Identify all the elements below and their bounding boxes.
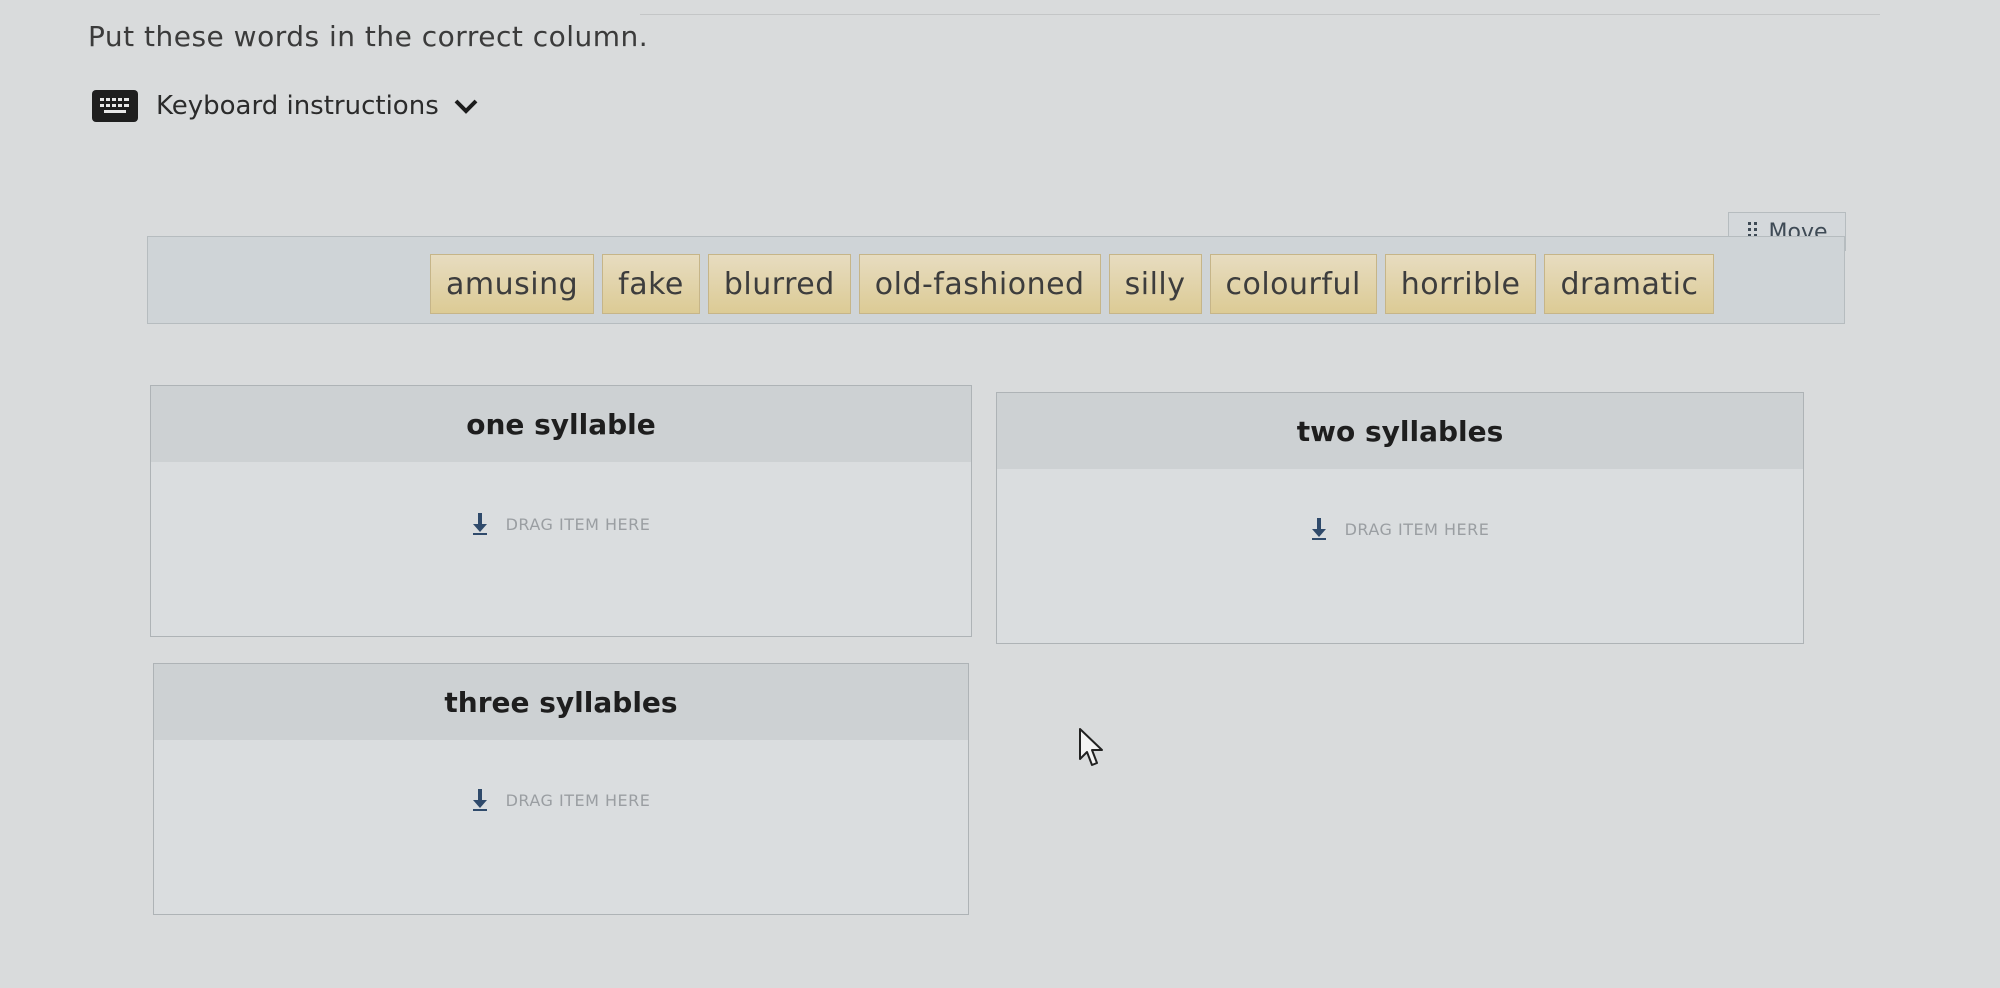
top-divider <box>640 0 1880 15</box>
word-token-list: amusing fake blurred old-fashioned silly… <box>430 254 1715 314</box>
column-title: three syllables <box>154 664 968 740</box>
chevron-down-icon <box>453 97 479 115</box>
keyboard-instructions-toggle[interactable]: Keyboard instructions <box>92 90 479 122</box>
word-token[interactable]: dramatic <box>1544 254 1715 314</box>
drop-zone[interactable]: DRAG ITEM HERE <box>154 788 968 812</box>
drop-zone[interactable]: DRAG ITEM HERE <box>151 512 971 536</box>
drop-placeholder: DRAG ITEM HERE <box>1344 519 1490 539</box>
word-token[interactable]: colourful <box>1209 254 1377 314</box>
column-title: two syllables <box>997 393 1803 469</box>
word-token[interactable]: fake <box>602 254 700 314</box>
column-three-syllables[interactable]: three syllables DRAG ITEM HERE <box>153 663 969 915</box>
word-token[interactable]: amusing <box>430 254 595 314</box>
keyboard-instructions-label: Keyboard instructions <box>156 91 439 121</box>
drop-zone[interactable]: DRAG ITEM HERE <box>997 517 1803 541</box>
arrow-down-icon <box>472 788 488 812</box>
arrow-down-icon <box>472 512 488 536</box>
word-token[interactable]: blurred <box>707 254 851 314</box>
column-two-syllables[interactable]: two syllables DRAG ITEM HERE <box>996 392 1804 644</box>
keyboard-icon <box>92 90 138 122</box>
word-token[interactable]: old-fashioned <box>858 254 1101 314</box>
column-title: one syllable <box>151 386 971 462</box>
word-token[interactable]: silly <box>1108 254 1202 314</box>
mouse-cursor-icon <box>1078 727 1108 773</box>
word-token[interactable]: horrible <box>1384 254 1537 314</box>
column-one-syllable[interactable]: one syllable DRAG ITEM HERE <box>150 385 972 637</box>
question-instruction: Put these words in the correct column. <box>88 20 649 53</box>
drop-placeholder: DRAG ITEM HERE <box>505 514 651 534</box>
drop-placeholder: DRAG ITEM HERE <box>505 790 651 810</box>
arrow-down-icon <box>1311 517 1327 541</box>
